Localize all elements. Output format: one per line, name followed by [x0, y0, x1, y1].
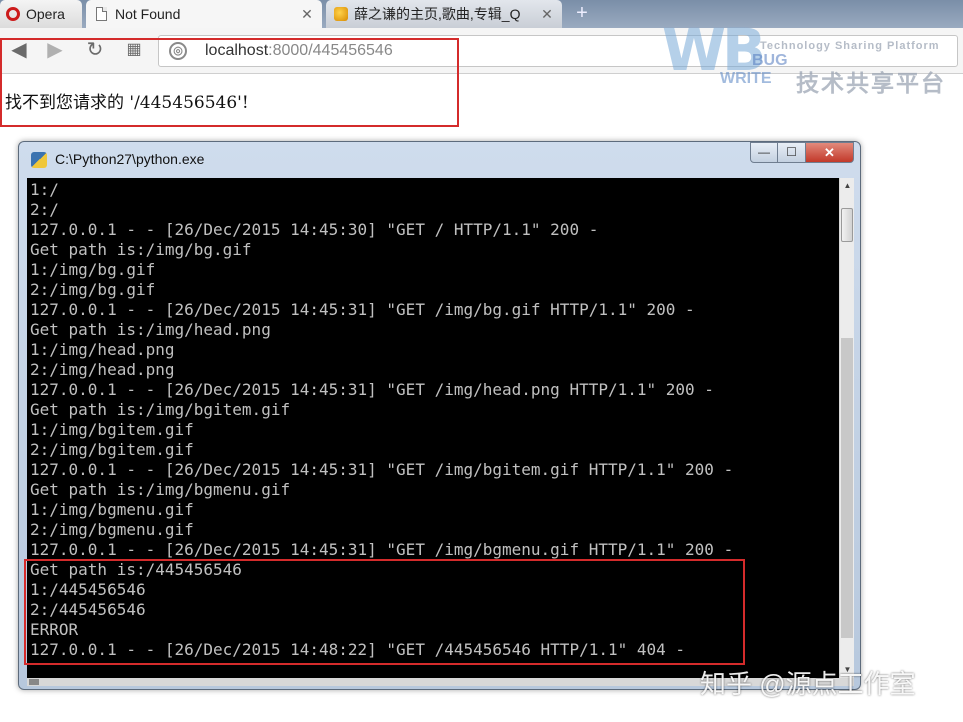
console-line: 2:/ — [30, 200, 59, 219]
music-site-icon — [334, 7, 348, 21]
console-line: 127.0.0.1 - - [26/Dec/2015 14:45:31] "GE… — [30, 300, 695, 319]
close-tab-icon[interactable]: ✕ — [298, 6, 316, 23]
new-tab-button[interactable]: + — [570, 2, 594, 26]
error-highlight-box — [24, 559, 745, 665]
python-icon — [31, 152, 47, 168]
console-line: Get path is:/img/bgitem.gif — [30, 400, 291, 419]
console-line: 127.0.0.1 - - [26/Dec/2015 14:45:30] "GE… — [30, 220, 599, 239]
console-titlebar[interactable]: C:\Python27\python.exe — ☐ ✕ — [19, 142, 860, 176]
maximize-button[interactable]: ☐ — [778, 142, 806, 163]
zhihu-watermark: 知乎 @源点工作室 — [700, 669, 916, 699]
horizontal-scroll-thumb[interactable] — [29, 679, 39, 685]
watermark-write: WRITE — [720, 70, 772, 87]
close-button[interactable]: ✕ — [806, 142, 854, 163]
opera-logo-icon — [6, 7, 20, 21]
console-line: 2:/img/bgitem.gif — [30, 440, 194, 459]
console-line: 1:/img/bgitem.gif — [30, 420, 194, 439]
console-line: 2:/img/head.png — [30, 360, 175, 379]
site-watermark: WB Technology Sharing Platform BUG WRITE… — [650, 14, 963, 104]
scroll-track — [841, 338, 853, 638]
scroll-up-icon[interactable]: ▲ — [840, 178, 855, 194]
console-line: 1:/img/bg.gif — [30, 260, 156, 279]
vertical-scrollbar[interactable]: ▲ ▼ — [839, 178, 854, 678]
tab-music-page[interactable]: 薛之谦的主页,歌曲,专辑_Q ✕ — [326, 0, 562, 28]
console-title: C:\Python27\python.exe — [55, 151, 205, 167]
console-line: Get path is:/img/head.png — [30, 320, 271, 339]
tab-label: Not Found — [115, 6, 181, 22]
opera-menu-button[interactable]: Opera — [0, 0, 82, 28]
watermark-subtitle: Technology Sharing Platform — [760, 40, 940, 52]
close-tab-icon[interactable]: ✕ — [538, 6, 556, 23]
watermark-bug: BUG — [752, 52, 788, 69]
console-line: 127.0.0.1 - - [26/Dec/2015 14:45:31] "GE… — [30, 380, 714, 399]
page-icon — [96, 7, 107, 21]
minimize-button[interactable]: — — [750, 142, 778, 163]
console-line: 2:/img/bgmenu.gif — [30, 520, 194, 539]
console-line: Get path is:/img/bg.gif — [30, 240, 252, 259]
screenshot: Opera Not Found ✕ 薛之谦的主页,歌曲,专辑_Q ✕ + ◀ ▶… — [0, 0, 963, 722]
console-line: 2:/img/bg.gif — [30, 280, 156, 299]
console-line: 1:/img/bgmenu.gif — [30, 500, 194, 519]
console-line: 127.0.0.1 - - [26/Dec/2015 14:45:31] "GE… — [30, 540, 734, 559]
console-line: 127.0.0.1 - - [26/Dec/2015 14:45:31] "GE… — [30, 460, 734, 479]
console-line: 1:/img/head.png — [30, 340, 175, 359]
watermark-chinese: 技术共享平台 — [796, 70, 946, 96]
tab-label: 薛之谦的主页,歌曲,专辑_Q — [354, 6, 521, 22]
tab-not-found[interactable]: Not Found ✕ — [86, 0, 322, 28]
console-line: 1:/ — [30, 180, 59, 199]
opera-menu-label: Opera — [26, 6, 65, 22]
window-controls: — ☐ ✕ — [750, 142, 854, 163]
console-line: Get path is:/img/bgmenu.gif — [30, 480, 291, 499]
scroll-thumb[interactable] — [841, 208, 853, 242]
address-highlight-box — [0, 38, 459, 127]
